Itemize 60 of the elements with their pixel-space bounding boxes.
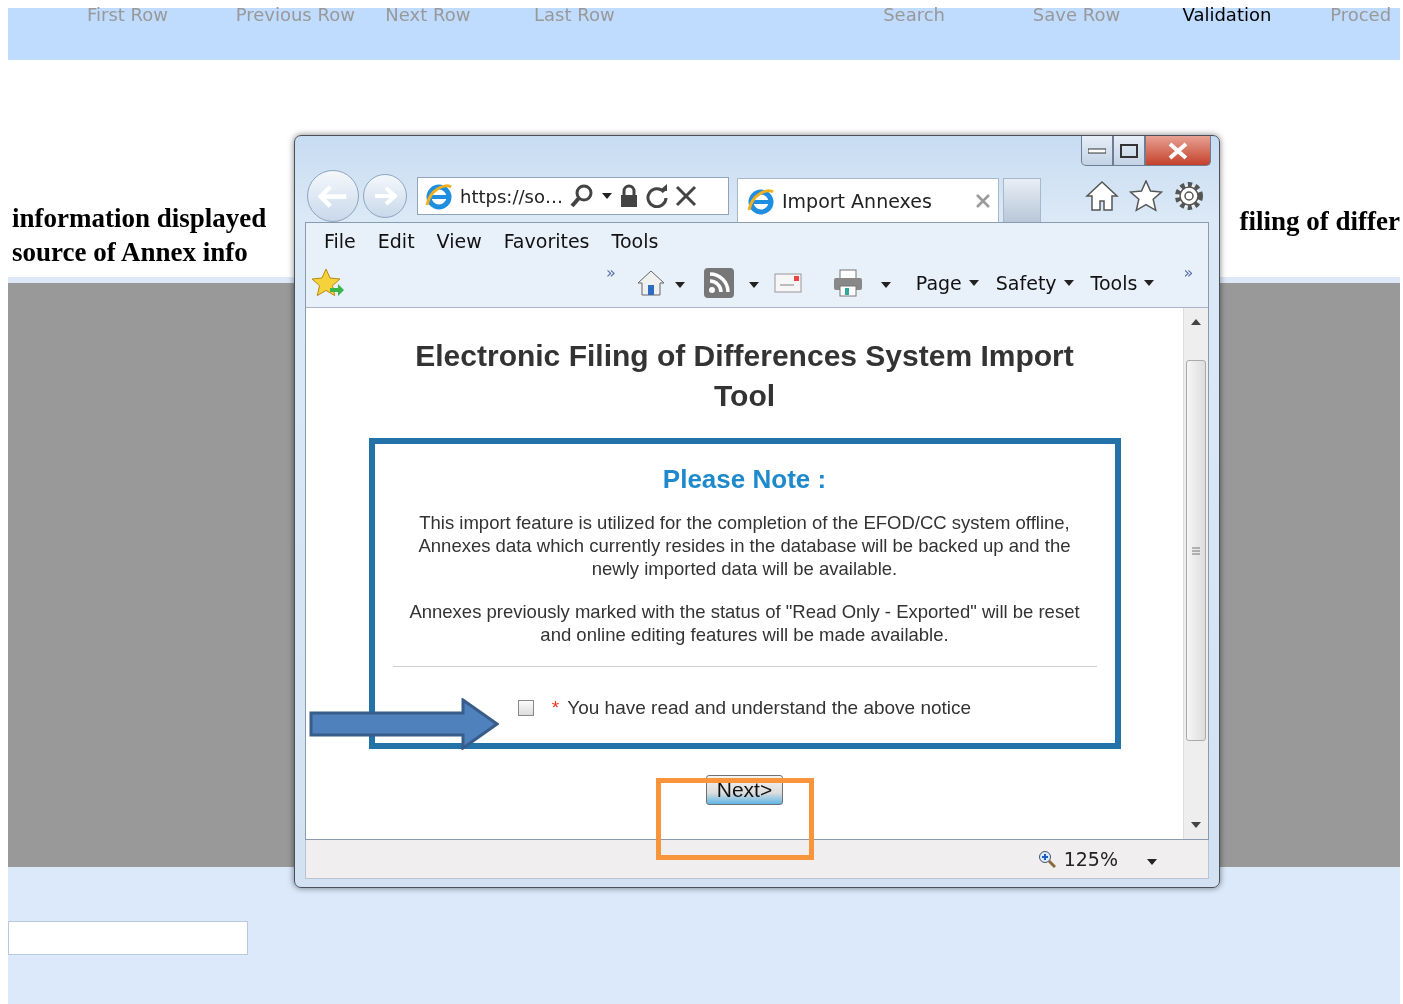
scrollbar[interactable] bbox=[1183, 308, 1208, 839]
chevron-icon[interactable]: » bbox=[1183, 262, 1194, 282]
favorites-star-icon[interactable] bbox=[312, 268, 344, 298]
forward-arrow-icon bbox=[373, 186, 397, 206]
toolbar-link[interactable]: Validation bbox=[1182, 8, 1331, 22]
input-field[interactable] bbox=[8, 921, 248, 955]
close-button[interactable] bbox=[1145, 136, 1211, 166]
settings-icon[interactable] bbox=[1173, 180, 1205, 212]
lock-icon bbox=[618, 184, 639, 208]
printer-icon[interactable] bbox=[831, 268, 864, 298]
feed-icon[interactable] bbox=[703, 268, 734, 298]
required-mark: * bbox=[551, 697, 560, 719]
caret-icon bbox=[1062, 279, 1075, 287]
home-icon[interactable] bbox=[1085, 180, 1119, 212]
scroll-down-icon[interactable] bbox=[1190, 821, 1202, 829]
caret-icon bbox=[1143, 279, 1156, 287]
browser-tab[interactable]: Import Annexes bbox=[737, 178, 999, 222]
close-icon bbox=[1168, 141, 1188, 160]
forward-button[interactable] bbox=[363, 174, 407, 218]
minimize-icon bbox=[1088, 147, 1106, 154]
caret-icon bbox=[879, 280, 892, 289]
close-icon[interactable] bbox=[674, 185, 697, 207]
zoom-level[interactable]: 125% bbox=[1063, 848, 1118, 870]
mail-icon[interactable] bbox=[773, 273, 802, 293]
caret-icon bbox=[600, 192, 613, 200]
back-arrow-icon bbox=[318, 184, 348, 208]
menu-item[interactable]: Tools bbox=[601, 228, 669, 254]
caret-icon bbox=[747, 280, 760, 289]
caret-icon bbox=[673, 280, 686, 289]
browser-logo-icon bbox=[424, 181, 454, 211]
notice-paragraph: This import feature is utilized for the completion of the EFOD/CC system offline, Annexes data which currently resides in the database will be backed up and the newly imported data will be available. bbox=[417, 511, 1072, 580]
minimize-button[interactable] bbox=[1081, 136, 1113, 166]
home-icon[interactable] bbox=[635, 269, 666, 297]
command-menu[interactable]: Page bbox=[907, 272, 988, 294]
page-text: filing of differ bbox=[1239, 206, 1400, 236]
zoom-icon bbox=[1037, 850, 1056, 868]
page-title: Electronic Filing of Differences System Import Tool bbox=[414, 338, 1075, 414]
menu-item[interactable]: View bbox=[426, 228, 492, 254]
refresh-icon[interactable] bbox=[644, 184, 669, 208]
search-icon[interactable] bbox=[568, 183, 595, 209]
command-menu[interactable]: Safety bbox=[987, 272, 1083, 294]
star-icon[interactable] bbox=[1129, 180, 1163, 212]
maximize-icon bbox=[1120, 143, 1138, 158]
maximize-button[interactable] bbox=[1113, 136, 1145, 166]
checkbox[interactable] bbox=[517, 700, 534, 716]
command-menu[interactable]: Tools bbox=[1082, 272, 1164, 294]
chevron-icon[interactable]: » bbox=[606, 262, 616, 282]
notice-paragraph: Annexes previously marked with the status of "Read Only - Exported" will be reset and online editing features will be made available. bbox=[408, 600, 1081, 646]
caret-icon bbox=[967, 279, 980, 287]
menu-item[interactable]: File bbox=[314, 228, 366, 254]
menu-item[interactable]: Favorites bbox=[493, 228, 600, 254]
page-text: source of Annex info bbox=[12, 236, 249, 269]
page-text: information displayed bbox=[12, 202, 267, 235]
menu-item[interactable]: Edit bbox=[367, 228, 425, 254]
notice-heading: Please Note : bbox=[662, 464, 827, 495]
address-bar[interactable]: https://so… bbox=[417, 177, 729, 215]
checkbox-label: You have read and understand the above notice bbox=[567, 697, 972, 719]
address-text: https://so… bbox=[460, 185, 563, 207]
scroll-up-icon[interactable] bbox=[1190, 318, 1202, 326]
grip-icon bbox=[1192, 546, 1200, 555]
